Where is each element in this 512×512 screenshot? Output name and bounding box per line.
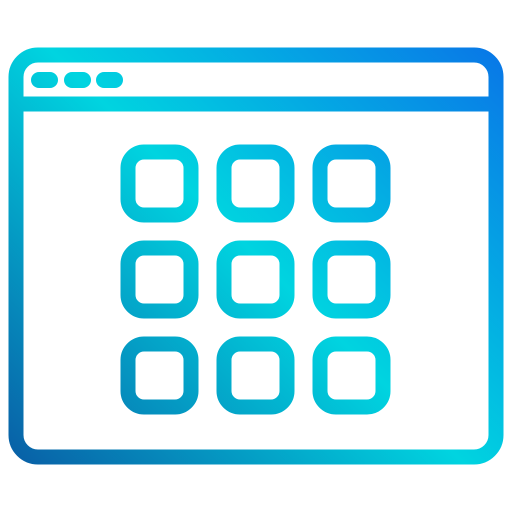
- grid-tile: [216, 240, 295, 319]
- grid-tile: [216, 336, 295, 415]
- window-dot: [31, 72, 58, 88]
- grid-tile: [312, 240, 391, 319]
- browser-app-grid-svg: [8, 47, 504, 465]
- window-frame: [8, 47, 504, 465]
- grid-tile: [312, 144, 391, 223]
- app-grid: [120, 144, 391, 415]
- grid-tile: [120, 240, 199, 319]
- grid-tile: [120, 144, 199, 223]
- window-dot: [64, 72, 91, 88]
- grid-tile: [120, 336, 199, 415]
- window-dot: [96, 72, 123, 88]
- grid-tile: [216, 144, 295, 223]
- browser-app-grid-icon: [0, 0, 512, 512]
- window-dots: [31, 72, 123, 88]
- grid-tile: [312, 336, 391, 415]
